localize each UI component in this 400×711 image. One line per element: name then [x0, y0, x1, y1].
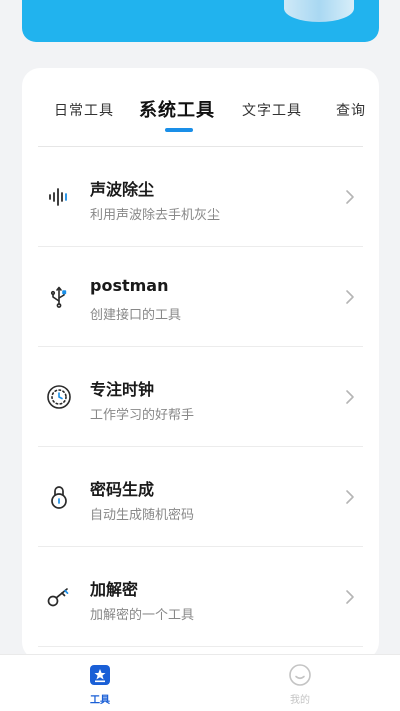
tab-system-tools[interactable]: 系统工具 — [139, 96, 215, 122]
nav-mine-label: 我的 — [290, 695, 310, 706]
chevron-right-icon — [343, 587, 357, 607]
tool-subtitle: 加解密的一个工具 — [90, 608, 195, 623]
banner-illustration — [284, 0, 354, 22]
nav-mine[interactable]: 我的 — [270, 663, 330, 706]
chevron-right-icon — [343, 287, 357, 307]
tool-subtitle: 利用声波除去手机灰尘 — [90, 208, 221, 223]
chevron-right-icon — [343, 387, 357, 407]
tool-title: 加解密 — [90, 580, 139, 599]
active-tab-indicator — [165, 128, 193, 132]
chevron-right-icon — [343, 187, 357, 207]
app-screen: 日常工具 系统工具 文字工具 查询 声波除尘 利用声波除去手机灰尘 postma… — [0, 0, 400, 711]
nav-tools-label: 工具 — [90, 695, 110, 706]
clock-icon — [46, 384, 72, 410]
tool-item-encrypt-decrypt[interactable]: 加解密 加解密的一个工具 — [38, 547, 363, 647]
tab-text-tools[interactable]: 文字工具 — [242, 100, 302, 120]
toolbox-icon — [88, 663, 112, 687]
tool-subtitle: 工作学习的好帮手 — [90, 408, 195, 423]
tool-item-password-generator[interactable]: 密码生成 自动生成随机密码 — [38, 447, 363, 547]
smiley-icon — [288, 663, 312, 687]
soundwave-icon — [46, 184, 72, 210]
tool-subtitle: 自动生成随机密码 — [90, 508, 195, 523]
tool-item-sound-dust[interactable]: 声波除尘 利用声波除去手机灰尘 — [38, 147, 363, 247]
tab-daily-tools[interactable]: 日常工具 — [54, 100, 114, 120]
tool-item-postman[interactable]: postman 创建接口的工具 — [38, 247, 363, 347]
lock-icon — [46, 484, 72, 510]
top-banner[interactable] — [22, 0, 379, 42]
tool-title: 专注时钟 — [90, 380, 155, 399]
tool-title: 声波除尘 — [90, 180, 155, 199]
chevron-right-icon — [343, 487, 357, 507]
bottom-navigation: 工具 我的 — [0, 654, 400, 711]
tools-card: 日常工具 系统工具 文字工具 查询 声波除尘 利用声波除去手机灰尘 postma… — [22, 68, 379, 660]
tab-query[interactable]: 查询 — [336, 100, 366, 120]
usb-icon — [46, 284, 72, 310]
tool-list: 声波除尘 利用声波除去手机灰尘 postman 创建接口的工具 专注时钟 工作学… — [38, 147, 363, 647]
nav-tools[interactable]: 工具 — [70, 663, 130, 706]
tool-title: 密码生成 — [90, 480, 155, 499]
tool-item-focus-clock[interactable]: 专注时钟 工作学习的好帮手 — [38, 347, 363, 447]
tool-title: postman — [90, 276, 169, 295]
tool-subtitle: 创建接口的工具 — [90, 308, 182, 323]
category-tabs: 日常工具 系统工具 文字工具 查询 — [22, 68, 379, 146]
key-icon — [46, 584, 72, 610]
